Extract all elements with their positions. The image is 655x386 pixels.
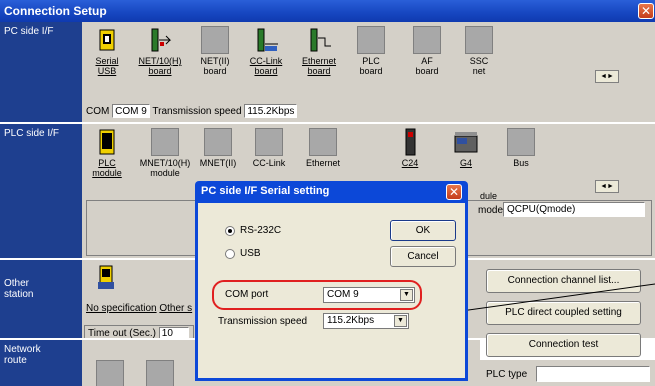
dialog-title: PC side I/F Serial setting: [201, 185, 330, 197]
com-port-value: COM 9: [327, 289, 359, 300]
transmission-speed-label: Transmission speed: [218, 316, 308, 327]
ok-button[interactable]: OK: [390, 220, 456, 241]
cancel-button[interactable]: Cancel: [390, 246, 456, 267]
transmission-speed-select[interactable]: 115.2Kbps ▼: [323, 313, 409, 329]
serial-setting-dialog: PC side I/F Serial setting ✕ RS-232C USB…: [195, 181, 468, 381]
usb-label: USB: [240, 248, 261, 259]
com-port-label: COM port: [225, 289, 269, 300]
rs232c-radio[interactable]: [225, 226, 235, 236]
transmission-speed-value: 115.2Kbps: [327, 315, 375, 326]
rs232c-label: RS-232C: [240, 225, 282, 236]
connection-setup-window: Connection Setup ✕ PC side I/F Serial US…: [0, 0, 655, 386]
close-icon: ✕: [448, 185, 460, 199]
com-port-select[interactable]: COM 9 ▼: [323, 287, 415, 303]
dialog-body: RS-232C USB OK Cancel COM port COM 9 ▼ T…: [198, 203, 465, 378]
dialog-close-button[interactable]: ✕: [446, 184, 462, 200]
usb-radio[interactable]: [225, 249, 235, 259]
dropdown-arrow-icon: ▼: [394, 315, 407, 327]
dropdown-arrow-icon: ▼: [400, 289, 413, 301]
